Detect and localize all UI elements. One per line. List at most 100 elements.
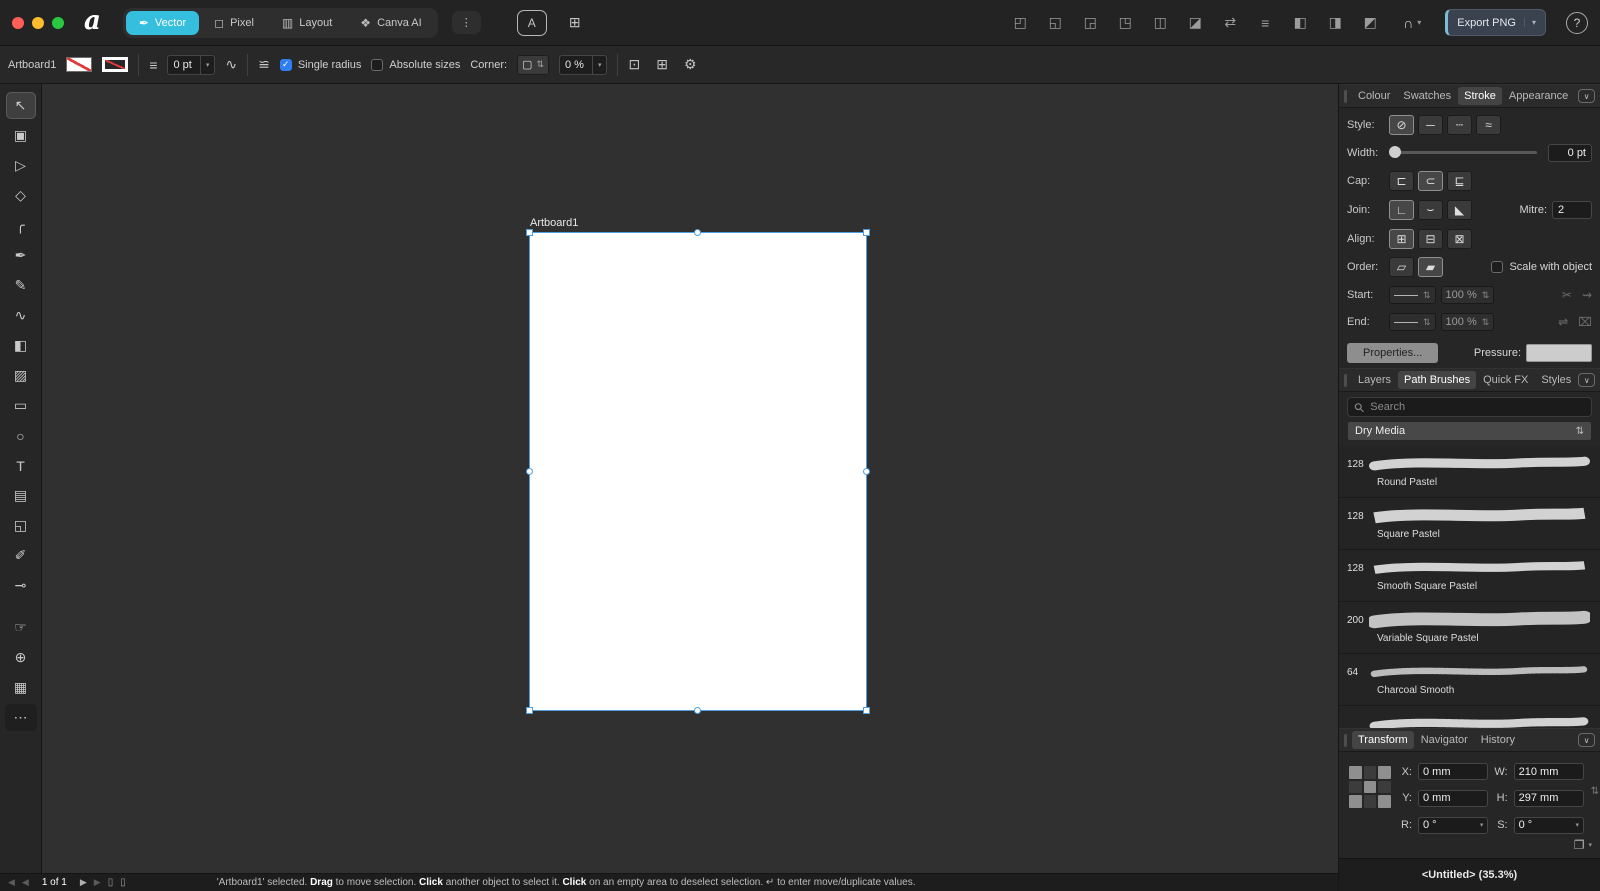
artboard-title[interactable]: Artboard1 — [530, 217, 578, 229]
more-tools-button[interactable]: ⋯ — [4, 704, 37, 731]
document-tab[interactable]: <Untitled> (35.3%) — [1339, 858, 1600, 891]
stroke-front-icon[interactable]: ▰ — [1418, 257, 1443, 278]
brush-item[interactable] — [1339, 706, 1600, 728]
flip-horizontal-icon[interactable]: ⇄ — [1221, 14, 1239, 31]
brush-search-input[interactable] — [1370, 401, 1585, 413]
panel-collapse-button[interactable]: ∨ — [1578, 733, 1595, 747]
persona-tab[interactable]: ◻ Pixel — [201, 11, 267, 35]
contour-tool[interactable]: ◇ — [6, 182, 36, 209]
move-to-front-icon[interactable]: ◧ — [1291, 14, 1309, 31]
transform-field-input[interactable]: 0 ° — [1513, 816, 1584, 834]
transform-field-input[interactable]: 297 mm — [1513, 789, 1584, 807]
snapping-button[interactable]: ∩ ▾ — [1403, 15, 1421, 31]
start-pressure-select[interactable]: 100 % ⇅ — [1440, 286, 1495, 305]
selection-handle-bottom-mid[interactable] — [694, 707, 701, 714]
grid-tool[interactable]: ▦ — [6, 674, 36, 701]
scale-with-object-option[interactable]: Scale with object — [1491, 261, 1592, 274]
width-input[interactable]: 0 pt — [1548, 143, 1592, 162]
move-tool[interactable]: ↖ — [5, 92, 36, 119]
width-slider-knob[interactable] — [1389, 146, 1401, 159]
pen-tool[interactable]: ✒ — [6, 242, 36, 269]
copy-pressure-icon[interactable]: ⇝ — [1582, 288, 1592, 302]
style-picker-tool[interactable]: ✐ — [6, 542, 36, 569]
selection-handle-mid-left[interactable] — [526, 467, 533, 475]
solid-stroke-icon[interactable]: ─ — [1418, 115, 1443, 135]
absolute-sizes-option[interactable]: Absolute sizes — [371, 58, 460, 71]
align-outside-icon[interactable]: ⊠ — [1447, 228, 1472, 249]
pages-view-icon[interactable]: ▯ — [120, 877, 126, 888]
brush-item[interactable]: 128 Round Pastel — [1339, 446, 1600, 498]
stroke-behind-icon[interactable]: ▱ — [1389, 257, 1414, 278]
artboard[interactable] — [526, 229, 870, 714]
page-thumbnail-icon[interactable]: ▯ — [108, 877, 114, 888]
stroke-swatch[interactable] — [102, 57, 129, 72]
panel-options-icon[interactable]: ❐ — [1574, 838, 1585, 852]
panel-tab[interactable]: Layers — [1352, 371, 1397, 389]
boolean-combine-icon[interactable]: ◫ — [1151, 14, 1169, 31]
corner-type-button[interactable]: ▢ ⇅ — [517, 54, 549, 75]
single-radius-checkbox[interactable]: ✓ — [279, 58, 292, 71]
panel-tab[interactable]: Navigator — [1415, 731, 1474, 749]
transform-field-input[interactable]: 210 mm — [1513, 763, 1584, 781]
prev-page-icon[interactable]: ◀ — [22, 877, 29, 888]
panel-tab[interactable]: Swatches — [1397, 87, 1457, 105]
help-button[interactable]: ? — [1566, 11, 1588, 34]
join-bevel-icon[interactable]: ◣ — [1447, 199, 1472, 220]
transform-field-input[interactable]: 0 mm — [1418, 789, 1489, 807]
duplicate-icon[interactable]: ◨ — [1326, 14, 1344, 31]
panel-tab[interactable]: Stroke — [1458, 87, 1502, 105]
single-radius-option[interactable]: ✓ Single radius — [279, 58, 361, 71]
fill-swatch[interactable] — [66, 57, 93, 72]
transparency-tool[interactable]: ▨ — [6, 362, 36, 389]
selection-handle-mid-right[interactable] — [863, 467, 870, 475]
colour-picker-tool[interactable]: ⊸ — [6, 572, 36, 599]
wh-link-icon[interactable]: ⇅ — [1591, 786, 1599, 797]
assistant-gear-icon[interactable]: ⚙ — [684, 56, 697, 73]
brush-item[interactable]: 200 Variable Square Pastel — [1339, 602, 1600, 654]
panel-tab[interactable]: Styles — [1535, 371, 1577, 389]
selection-box-icon[interactable]: ⊡ — [628, 56, 640, 73]
zoom-tool[interactable]: ⊕ — [6, 644, 36, 671]
panel-grip[interactable] — [1344, 373, 1347, 387]
texture-stroke-icon[interactable]: ≈ — [1476, 115, 1501, 135]
persona-menu-button[interactable]: ⋮ — [451, 11, 481, 34]
rectangle-tool[interactable]: ▭ — [6, 392, 36, 419]
anchor-point-selector[interactable] — [1349, 766, 1391, 808]
image-place-tool[interactable]: ▤ — [6, 482, 36, 509]
minimize-button[interactable] — [32, 16, 44, 29]
hand-tool[interactable]: ☞ — [6, 614, 36, 641]
panel-tab[interactable]: Appearance — [1503, 87, 1574, 105]
node-tool[interactable]: ▷ — [6, 152, 36, 179]
boolean-subtract-icon[interactable]: ◱ — [1046, 14, 1064, 31]
selection-handle-top-left[interactable] — [526, 229, 533, 236]
character-panel-icon[interactable]: A — [516, 9, 547, 36]
corner-percent-select[interactable]: 0 % ▾ — [559, 54, 608, 75]
end-pressure-select[interactable]: 100 % ⇅ — [1440, 313, 1495, 332]
mitre-input[interactable]: 2 — [1552, 200, 1592, 219]
alignment-icon[interactable]: ≡ — [1256, 15, 1274, 31]
vector-brush-tool[interactable]: ∿ — [6, 302, 36, 329]
stroke-sliders-button[interactable]: ≌ — [258, 56, 270, 73]
scale-with-object-checkbox[interactable] — [1491, 261, 1504, 274]
zoom-window-button[interactable] — [52, 16, 64, 29]
brush-category-select[interactable]: Dry Media ⇅ — [1347, 421, 1592, 441]
cap-square-icon[interactable]: ⊑ — [1447, 170, 1472, 191]
end-style-select[interactable]: ⇅ — [1389, 313, 1436, 332]
panel-grip[interactable] — [1344, 733, 1347, 747]
align-inside-icon[interactable]: ⊟ — [1418, 228, 1443, 249]
panel-grip[interactable] — [1344, 89, 1347, 103]
artboard-tool[interactable]: ▣ — [6, 122, 36, 149]
width-slider[interactable] — [1389, 146, 1537, 159]
swap-ends-icon[interactable]: ⇌ — [1558, 315, 1568, 329]
insert-target-icon[interactable]: ◪ — [1186, 14, 1204, 31]
delete-pressure-icon[interactable]: ⌧ — [1578, 315, 1592, 329]
transform-field-input[interactable]: 0 mm — [1418, 763, 1489, 781]
brush-item[interactable]: 128 Smooth Square Pastel — [1339, 550, 1600, 602]
canvas[interactable]: Artboard1 — [42, 84, 1338, 873]
boolean-intersect-icon[interactable]: ◲ — [1081, 14, 1099, 31]
brush-search-box[interactable] — [1347, 397, 1592, 417]
align-centre-icon[interactable]: ⊞ — [1389, 228, 1414, 249]
boolean-add-icon[interactable]: ◰ — [1011, 14, 1029, 31]
selection-handle-bottom-left[interactable] — [526, 707, 533, 714]
start-style-select[interactable]: ⇅ — [1389, 286, 1436, 305]
